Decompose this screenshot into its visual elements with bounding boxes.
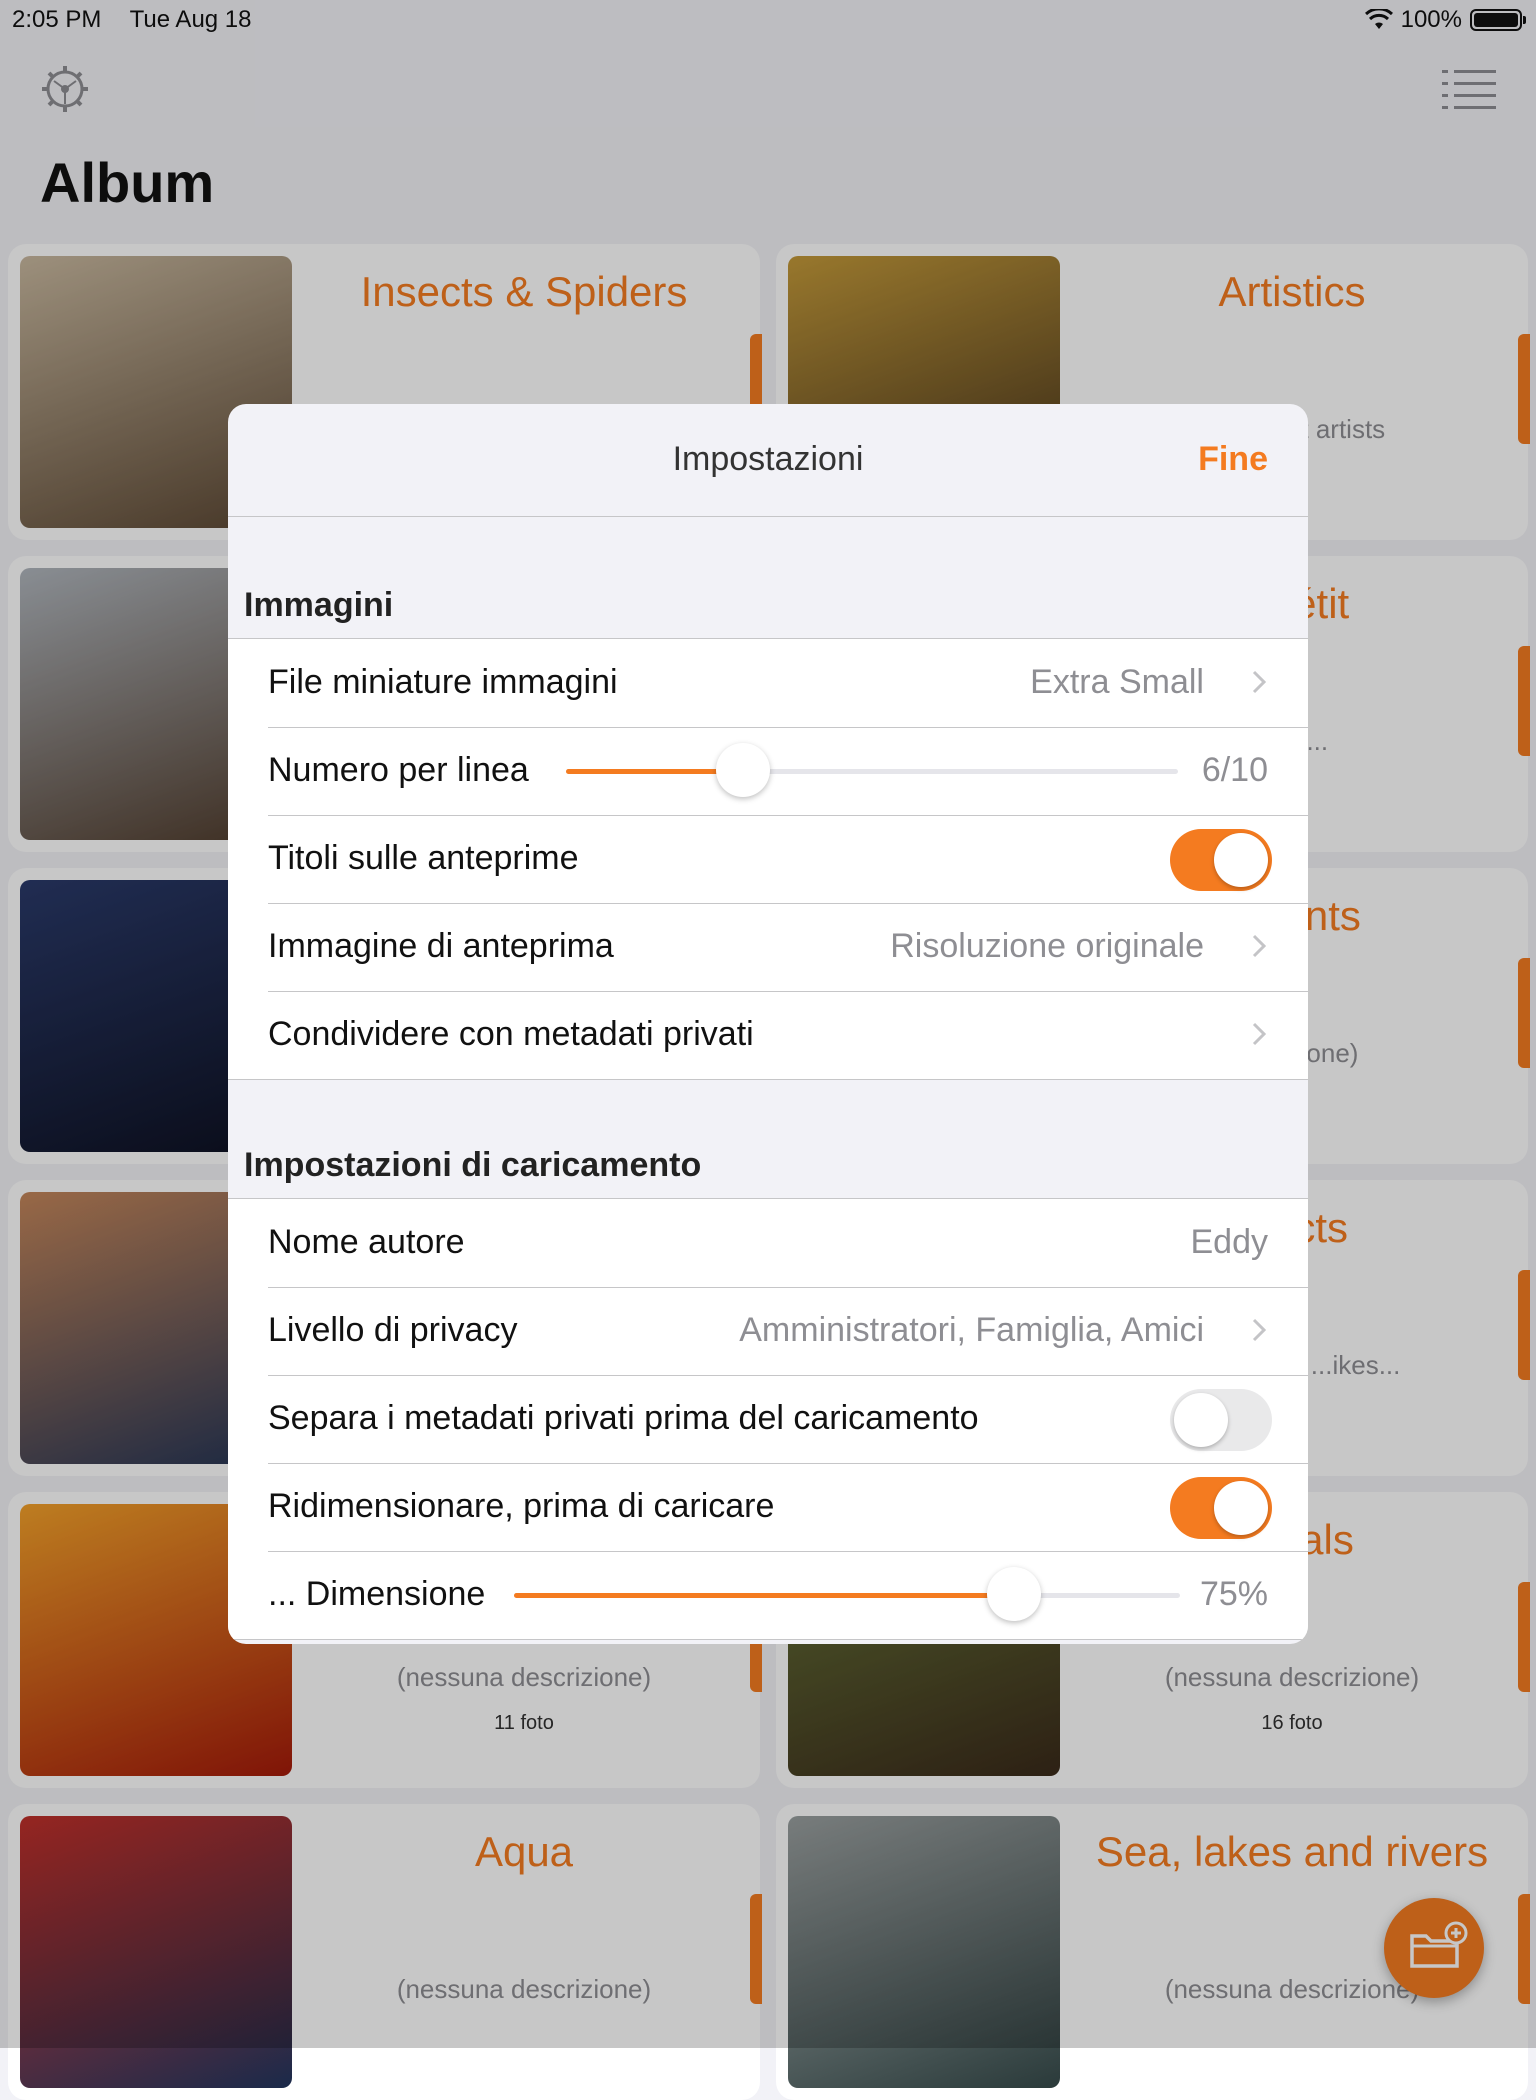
settings-row-label: Titoli sulle anteprime	[268, 839, 579, 877]
slider-thumb[interactable]	[986, 1567, 1041, 1621]
section-header-images: Immagini	[244, 586, 394, 624]
settings-row-condividere-con-metadati-privati[interactable]: Condividere con metadati privati	[228, 991, 1308, 1079]
settings-row-livello-di-privacy[interactable]: Livello di privacy Amministratori, Famigl…	[228, 1287, 1308, 1375]
settings-row-dimensione: ... Dimensione 75%	[228, 1551, 1308, 1639]
settings-row-label: Ridimensionare, prima di caricare	[268, 1487, 775, 1525]
chevron-right-icon	[1252, 1318, 1266, 1342]
upload-settings-group: Nome autore Eddy Livello di privacy Amminis…	[228, 1198, 1308, 1640]
settings-row-titoli-sulle-anteprime: Titoli sulle anteprime	[228, 815, 1308, 903]
slider-thumb[interactable]	[716, 743, 771, 797]
settings-row-label: Immagine di anteprima	[268, 927, 614, 965]
settings-row-value: Extra Small	[1030, 663, 1204, 701]
settings-row-file-miniature-immagini[interactable]: File miniature immagini Extra Small	[228, 639, 1308, 727]
slider-track[interactable]	[514, 1567, 1180, 1621]
toggle-knob	[1214, 1481, 1268, 1535]
settings-row-nome-autore: Nome autore Eddy	[228, 1199, 1308, 1287]
settings-row-label: Nome autore	[268, 1223, 465, 1261]
settings-row-label: Numero per linea	[268, 751, 529, 789]
slider-fill	[514, 1593, 1014, 1598]
modal-header: Impostazioni Fine	[228, 404, 1308, 517]
modal-title: Impostazioni	[672, 440, 864, 478]
section-header-upload: Impostazioni di caricamento	[244, 1146, 702, 1184]
settings-row-numero-per-linea: Numero per linea 6/10	[228, 727, 1308, 815]
slider-value: 6/10	[1201, 751, 1268, 789]
settings-row-label: ... Dimensione	[268, 1575, 486, 1613]
settings-row-label: Separa i metadati privati prima del cari…	[268, 1399, 979, 1437]
settings-row-label: File miniature immagini	[268, 663, 618, 701]
settings-row-label: Livello di privacy	[268, 1311, 518, 1349]
toggle-knob	[1174, 1393, 1228, 1447]
settings-row-label: Condividere con metadati privati	[268, 1015, 754, 1053]
toggle-switch[interactable]	[1170, 1477, 1272, 1539]
settings-row-ridimensionare-prima-di-caricare: Ridimensionare, prima di caricare	[228, 1463, 1308, 1551]
settings-row-immagine-di-anteprima[interactable]: Immagine di anteprima Risoluzione origina…	[228, 903, 1308, 991]
slider-value: 75%	[1199, 1575, 1268, 1613]
settings-row-separa-i-metadati-privati-prima-del-caricamento: Separa i metadati privati prima del cari…	[228, 1375, 1308, 1463]
toggle-switch[interactable]	[1170, 829, 1272, 891]
chevron-right-icon	[1252, 1022, 1266, 1046]
toggle-switch[interactable]	[1170, 1389, 1272, 1451]
settings-row-value: Eddy	[1190, 1223, 1269, 1261]
toggle-knob	[1214, 833, 1268, 887]
settings-row-value: Amministratori, Famiglia, Amici	[739, 1311, 1204, 1349]
settings-row-value: Risoluzione originale	[890, 927, 1204, 965]
images-settings-group: File miniature immagini Extra Small Numero…	[228, 638, 1308, 1080]
chevron-right-icon	[1252, 670, 1266, 694]
settings-modal: Impostazioni Fine Immagini File miniatur…	[228, 404, 1308, 1644]
done-button[interactable]: Fine	[1198, 440, 1268, 479]
chevron-right-icon	[1252, 934, 1266, 958]
slider-track[interactable]	[566, 743, 1178, 797]
